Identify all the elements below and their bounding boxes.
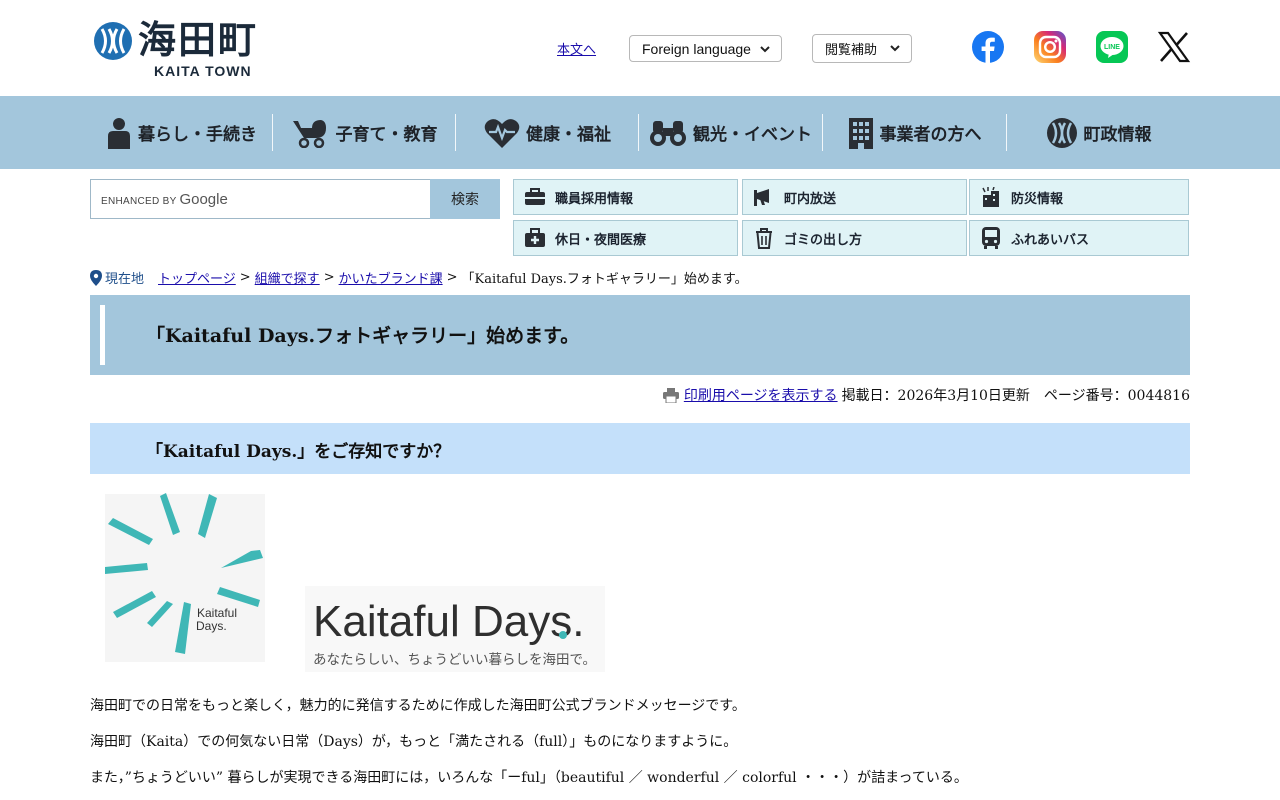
logo-subtitle: KAITA TOWN	[154, 63, 252, 79]
person-icon	[108, 117, 130, 149]
bus-icon	[982, 227, 1000, 249]
global-navigation: 暮らし・手続き 子育て・教育 健康・福祉 観光・イベント 事業者の方へ 町政情報	[0, 96, 1280, 169]
breadcrumb-separator: >	[239, 270, 251, 285]
site-logo[interactable]: 海田町 KAITA TOWN	[90, 16, 270, 80]
medical-bag-icon	[525, 228, 545, 247]
browse-assist-select[interactable]: 閲覧補助	[812, 34, 912, 63]
chevron-down-icon	[890, 45, 900, 52]
kaitaful-days-brand-image: Kaitaful Days. Kaitaful Days. あなたらしい、ちょう…	[105, 493, 605, 672]
section-heading: 「Kaitaful Days.」をご存知ですか？	[146, 442, 451, 462]
gnav-item-tourism[interactable]: 観光・イベント	[639, 96, 822, 169]
brand-mark-text-2: Days.	[196, 619, 227, 633]
megaphone-icon	[754, 189, 769, 206]
breadcrumb-link-organization[interactable]: 組織で探す	[255, 268, 320, 287]
x-icon[interactable]	[1157, 30, 1191, 64]
map-pin-icon	[90, 269, 102, 286]
svg-text:LINE: LINE	[1104, 44, 1120, 51]
quick-link-garbage[interactable]: ゴミの出し方	[742, 220, 967, 256]
gnav-label: 町政情報	[1083, 125, 1152, 145]
breadcrumb-link-brand-division[interactable]: かいたブランド課	[339, 268, 443, 287]
disaster-icon	[982, 187, 999, 207]
quick-link-broadcast[interactable]: 町内放送	[742, 179, 967, 215]
building-icon	[848, 117, 873, 149]
quick-link-recruit[interactable]: 職員採用情報	[513, 179, 738, 215]
quick-link-label: ゴミの出し方	[784, 232, 863, 248]
instagram-icon[interactable]	[1033, 30, 1067, 64]
quick-link-medical[interactable]: 休日・夜間医療	[513, 220, 738, 256]
gnav-label: 事業者の方へ	[879, 125, 982, 145]
breadcrumb-current: 「Kaitaful Days.フォトギャラリー」始めます。	[461, 272, 748, 287]
body-paragraph: 海田町（Kaita）での何気ない日常（Days）が，もっと「満たされる（full…	[90, 734, 738, 750]
briefcase-icon	[525, 188, 545, 205]
quick-link-label: 町内放送	[784, 191, 837, 207]
trash-icon	[756, 228, 772, 249]
page-number: ページ番号：0044816	[1043, 388, 1190, 404]
quick-link-disaster[interactable]: 防災情報	[969, 179, 1189, 215]
gnav-item-business[interactable]: 事業者の方へ	[823, 96, 1006, 169]
chevron-down-icon	[760, 46, 770, 53]
gnav-item-government[interactable]: 町政情報	[1007, 96, 1190, 169]
printer-icon	[662, 387, 679, 403]
current-location-label: 現在地	[105, 272, 145, 287]
gnav-item-childcare[interactable]: 子育て・教育	[273, 96, 456, 169]
binoculars-icon	[650, 120, 686, 146]
breadcrumb: 現在地 トップページ > 組織で探す > かいたブランド課 > 「Kaitafu…	[90, 268, 748, 287]
quick-link-label: 職員採用情報	[555, 191, 634, 207]
town-emblem-icon	[94, 22, 132, 60]
logo-title: 海田町	[138, 18, 259, 62]
site-header: 海田町 KAITA TOWN 本文へ Foreign language 閲覧補助…	[0, 0, 1280, 96]
gnav-label: 暮らし・手続き	[138, 125, 257, 145]
search-button[interactable]: 検索	[430, 179, 500, 219]
gnav-label: 子育て・教育	[335, 125, 438, 145]
brand-tagline: あなたらしい、ちょうどいい暮らしを海田で。	[313, 652, 596, 668]
breadcrumb-separator: >	[446, 270, 458, 285]
browse-assist-label: 閲覧補助	[825, 43, 878, 58]
brand-wordmark: Kaitaful Days.	[313, 597, 584, 646]
section-heading-bar: 「Kaitaful Days.」をご存知ですか？	[90, 423, 1190, 474]
breadcrumb-separator: >	[323, 270, 335, 285]
site-search-input[interactable]: ENHANCED BY Google	[90, 179, 431, 219]
current-location: 現在地	[90, 268, 144, 287]
foreign-language-select[interactable]: Foreign language	[629, 35, 782, 62]
enhanced-by-label: ENHANCED BY	[101, 196, 177, 207]
print-page-link[interactable]: 印刷用ページを表示する	[684, 385, 838, 405]
gnav-label: 観光・イベント	[693, 125, 812, 145]
quick-link-label: ふれあいバス	[1011, 232, 1090, 248]
page-meta: 印刷用ページを表示する 掲載日：2026年3月10日更新 ページ番号：00448…	[662, 385, 1190, 405]
facebook-icon[interactable]	[971, 30, 1005, 64]
gnav-item-health[interactable]: 健康・福祉	[456, 96, 639, 169]
quick-link-label: 防災情報	[1011, 191, 1064, 207]
page-title-bar: 「Kaitaful Days.フォトギャラリー」始めます。	[90, 295, 1190, 375]
brand-mark-text-1: Kaitaful	[197, 606, 237, 620]
google-label: Google	[179, 191, 228, 208]
updated-date: 掲載日：2026年3月10日更新	[841, 388, 1030, 404]
foreign-language-label: Foreign language	[642, 40, 751, 57]
gnav-item-living[interactable]: 暮らし・手続き	[90, 96, 273, 169]
heart-icon	[484, 118, 520, 148]
quick-link-label: 休日・夜間医療	[555, 232, 647, 248]
body-paragraph: 海田町での日常をもっと楽しく，魅力的に発信するために作成した海田町公式ブランドメ…	[90, 698, 746, 714]
title-accent-bar	[100, 305, 105, 365]
body-paragraph: また，”ちょうどいい” 暮らしが実現できる海田町には，いろんな「ーful」（be…	[90, 770, 968, 786]
breadcrumb-link-top[interactable]: トップページ	[158, 268, 236, 287]
line-icon[interactable]: LINE	[1095, 30, 1129, 64]
page-title: 「Kaitaful Days.フォトギャラリー」始めます。	[146, 325, 580, 347]
skip-to-content-link[interactable]: 本文へ	[557, 39, 596, 58]
stroller-icon	[292, 119, 326, 148]
search-branding: ENHANCED BY Google	[101, 191, 228, 208]
quick-link-bus[interactable]: ふれあいバス	[969, 220, 1189, 256]
gnav-label: 健康・福祉	[526, 125, 611, 145]
town-emblem-icon	[1046, 117, 1077, 148]
